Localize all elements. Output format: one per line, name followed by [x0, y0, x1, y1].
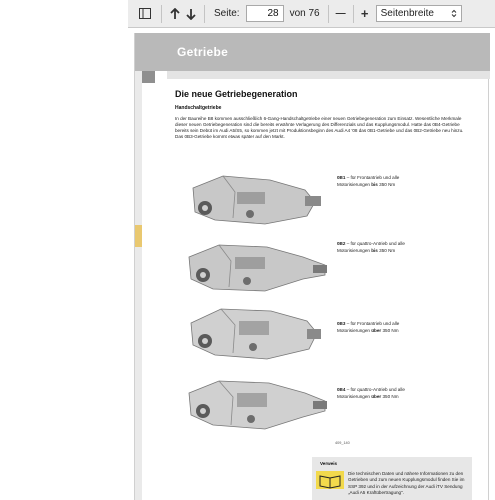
arrow-down-icon [186, 8, 196, 20]
page-total: von 76 [289, 8, 320, 19]
gearbox-desc: – für quattro-Antrieb und alle [345, 387, 405, 392]
gearbox-caption-4: 0B4 – für quattro-Antrieb und alle Motor… [337, 387, 477, 400]
title-underbar [167, 71, 490, 79]
gearbox-desc-3: 350 Nm [381, 393, 399, 399]
previous-page-button[interactable] [167, 5, 183, 23]
toolbar-separator [161, 4, 162, 23]
title-accent-block [142, 71, 155, 83]
book-icon-graphic [319, 475, 341, 489]
gearbox-image [188, 244, 327, 292]
gearbox-desc-2: Motorisierungen [337, 247, 372, 253]
gearbox-desc-emph: über [371, 327, 382, 333]
toolbar-separator [204, 4, 205, 23]
gearbox-desc-2: Motorisierungen [337, 393, 372, 399]
page-number-input[interactable] [245, 5, 284, 22]
gearbox-image [188, 380, 327, 430]
left-blank-area [0, 0, 128, 500]
section-subheading: Handschaltgetriebe [175, 105, 222, 111]
zoom-out-button[interactable]: — [334, 5, 348, 23]
gearbox-desc-emph: bis [371, 247, 378, 253]
document-canvas[interactable]: Getriebe Die neue Getriebegeneration Han… [128, 29, 495, 500]
chapter-title: Getriebe [177, 45, 229, 59]
pdf-page: Getriebe Die neue Getriebegeneration Han… [134, 33, 490, 500]
figure-id: 409_140 [335, 441, 350, 445]
zoom-in-button[interactable]: + [359, 5, 371, 23]
zoom-select-value: Seitenbreite [380, 8, 434, 19]
toolbar-separator [327, 4, 329, 23]
toolbar-separator [352, 4, 354, 23]
pdf-viewer: Seite: von 76 — + Seitenbreite Getriebe … [0, 0, 495, 500]
gearbox-image [192, 175, 321, 225]
gearbox-caption-2: 0B2 – für quattro-Antrieb und alle Motor… [337, 241, 477, 254]
page-side-strip [135, 33, 142, 500]
gearbox-desc-3: 350 Nm [377, 181, 396, 187]
reference-note-box: Verweis Die technischen Daten und nähere… [312, 457, 472, 500]
gearbox-desc-emph: bis [371, 181, 378, 187]
section-heading: Die neue Getriebegeneration [175, 89, 298, 99]
gearbox-desc-2: Motorisierungen [337, 181, 372, 187]
chevron-updown-icon [451, 9, 456, 18]
next-page-button[interactable] [183, 5, 199, 23]
book-icon [316, 471, 344, 489]
body-paragraph: In der Baureihe B8 kommen ausschließlich… [175, 116, 464, 140]
gearbox-desc: – für Frontantrieb und alle [345, 175, 400, 180]
sidebar-toggle-button[interactable] [134, 5, 156, 23]
gearbox-desc: – für quattro-Antrieb und alle [345, 241, 405, 246]
gearbox-desc-3: 350 Nm [381, 327, 399, 333]
toolbar: Seite: von 76 — + Seitenbreite [128, 0, 495, 28]
chapter-title-band: Getriebe [135, 33, 490, 71]
gearbox-desc-2: Motorisierungen [337, 327, 372, 333]
sidebar-toggle-icon [139, 8, 151, 19]
arrow-up-icon [170, 7, 180, 19]
page-label: Seite: [214, 8, 240, 19]
gearbox-caption-3: 0B3 – für Frontantrieb und alle Motorisi… [337, 321, 477, 334]
note-title: Verweis [320, 461, 338, 466]
gearbox-caption-1: 0B1 – für Frontantrieb und alle Motorisi… [337, 175, 477, 188]
zoom-select[interactable]: Seitenbreite [375, 5, 462, 22]
gearbox-desc-emph: über [371, 393, 382, 399]
gearbox-desc: – für Frontantrieb und alle [345, 321, 400, 326]
gearbox-desc-3: 350 Nm [377, 247, 396, 253]
page-side-marker [135, 225, 142, 247]
note-text: Die technischen Daten und nähere Informa… [348, 471, 465, 496]
gearbox-image [190, 308, 321, 360]
